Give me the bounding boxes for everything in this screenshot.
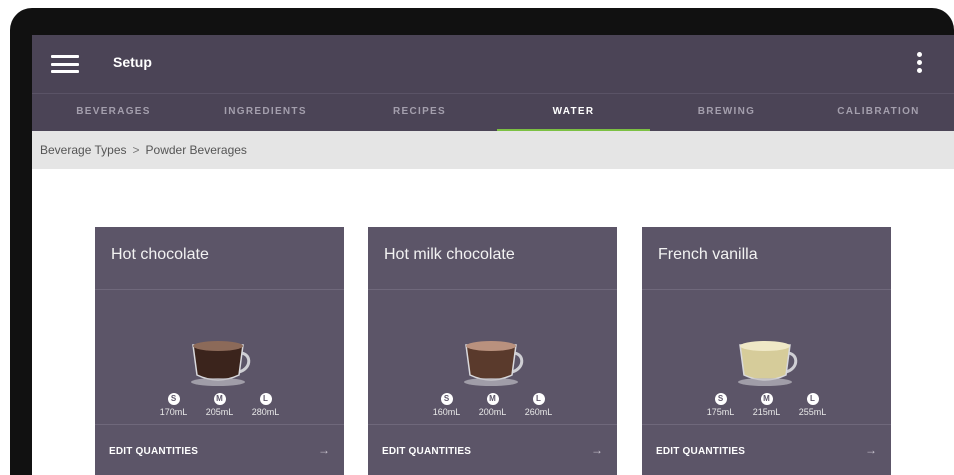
size-amount: 255mL [798, 407, 827, 417]
size-amount: 215mL [752, 407, 781, 417]
breadcrumb-separator: > [132, 143, 140, 157]
tab-beverages[interactable]: BEVERAGES [37, 94, 190, 132]
size-large: L 280mL [250, 393, 282, 417]
size-amount: 170mL [159, 407, 188, 417]
beverage-card-hot-chocolate[interactable]: Hot chocolate S 170mL M 205mL L 280mL ED… [95, 227, 344, 475]
size-options: S 170mL M 205mL L 280mL [95, 393, 344, 417]
card-divider [95, 424, 344, 425]
size-amount: 280mL [251, 407, 280, 417]
size-badge: L [259, 393, 272, 405]
tab-brewing[interactable]: BREWING [650, 94, 803, 132]
arrow-right-icon[interactable]: → [591, 443, 603, 457]
size-badge: S [440, 393, 453, 405]
breadcrumb: Beverage Types > Powder Beverages [32, 131, 954, 169]
card-divider [642, 424, 891, 425]
card-divider [368, 289, 617, 290]
hamburger-menu-icon[interactable] [51, 55, 79, 73]
size-options: S 175mL M 215mL L 255mL [642, 393, 891, 417]
edit-quantities-button[interactable]: EDIT QUANTITIES [656, 446, 745, 457]
size-medium: M 215mL [751, 393, 783, 417]
breadcrumb-current: Powder Beverages [145, 143, 247, 157]
card-title: Hot milk chocolate [384, 246, 515, 263]
more-vert-icon[interactable] [912, 52, 926, 78]
app-bar: Setup [32, 35, 954, 93]
arrow-right-icon[interactable]: → [865, 443, 877, 457]
card-divider [642, 289, 891, 290]
tab-bar: BEVERAGES INGREDIENTS RECIPES WATER BREW… [32, 93, 954, 132]
size-small: S 160mL [431, 393, 463, 417]
size-amount: 260mL [524, 407, 553, 417]
size-badge: M [760, 393, 773, 405]
size-badge: M [486, 393, 499, 405]
size-amount: 205mL [205, 407, 234, 417]
beverage-card-french-vanilla[interactable]: French vanilla S 175mL M 215mL L 255mL E… [642, 227, 891, 475]
tab-calibration[interactable]: CALIBRATION [802, 94, 954, 132]
size-badge: S [167, 393, 180, 405]
edit-quantities-button[interactable]: EDIT QUANTITIES [382, 446, 471, 457]
size-medium: M 200mL [477, 393, 509, 417]
card-divider [95, 289, 344, 290]
cup-icon [191, 341, 251, 386]
cup-icon [464, 341, 524, 386]
card-divider [368, 424, 617, 425]
size-options: S 160mL M 200mL L 260mL [368, 393, 617, 417]
cup-icon [738, 341, 798, 386]
size-amount: 200mL [478, 407, 507, 417]
card-title: French vanilla [658, 246, 758, 263]
arrow-right-icon[interactable]: → [318, 443, 330, 457]
size-amount: 160mL [432, 407, 461, 417]
size-large: L 260mL [523, 393, 555, 417]
tablet-frame: Setup BEVERAGES INGREDIENTS RECIPES WATE… [10, 8, 954, 475]
screen: Setup BEVERAGES INGREDIENTS RECIPES WATE… [32, 35, 954, 475]
size-badge: M [213, 393, 226, 405]
size-small: S 175mL [705, 393, 737, 417]
tab-recipes[interactable]: RECIPES [343, 94, 496, 132]
breadcrumb-parent-link[interactable]: Beverage Types [40, 143, 127, 157]
tab-water[interactable]: WATER [497, 94, 650, 132]
beverage-card-hot-milk-chocolate[interactable]: Hot milk chocolate S 160mL M 200mL L 260… [368, 227, 617, 475]
tab-ingredients[interactable]: INGREDIENTS [189, 94, 342, 132]
edit-quantities-button[interactable]: EDIT QUANTITIES [109, 446, 198, 457]
page-title: Setup [113, 54, 152, 70]
size-medium: M 205mL [204, 393, 236, 417]
size-badge: L [806, 393, 819, 405]
size-badge: S [714, 393, 727, 405]
card-title: Hot chocolate [111, 246, 209, 263]
size-amount: 175mL [706, 407, 735, 417]
size-badge: L [532, 393, 545, 405]
size-large: L 255mL [797, 393, 829, 417]
size-small: S 170mL [158, 393, 190, 417]
